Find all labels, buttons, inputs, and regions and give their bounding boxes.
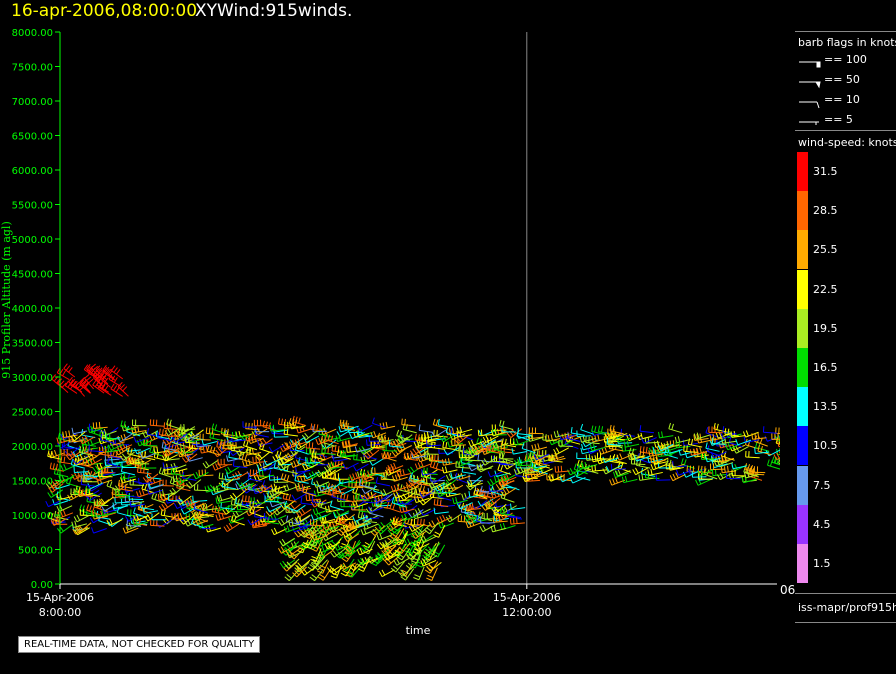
wind-barb [569,476,586,484]
wind-barb [131,419,147,427]
wind-barb [149,419,165,427]
wind-barb [193,484,209,492]
wind-barb [292,415,307,427]
wind-barb [222,505,238,515]
wind-barb [437,418,453,428]
wind-barb [118,482,133,492]
wind-barb [494,500,511,508]
wind-barb [414,461,431,470]
wind-barb [91,527,107,534]
wind-barb [137,466,152,475]
wind-barb [413,566,425,581]
wind-barb [647,468,663,476]
wind-barb [585,454,601,461]
wind-barb [73,514,90,523]
wind-barb [433,507,449,515]
wind-barb [87,483,104,492]
wind-profile-chart: 0.00500.001000.001500.002000.002500.0030… [0,28,780,637]
wind-barb [198,469,214,477]
wind-barb [570,427,586,436]
wind-barb [187,455,203,462]
wind-barb [295,466,311,473]
wind-barb [378,569,395,578]
wind-barb [283,428,299,437]
wind-barb [272,426,288,433]
wind-barb [680,458,695,469]
wind-barb [268,470,284,480]
wind-barb [510,503,526,510]
wind-barb [433,498,449,507]
wind-barb [439,433,456,443]
wind-barb [623,440,640,448]
wind-barb [528,427,544,435]
wind-barb [136,489,152,498]
wind-barb [360,527,377,536]
wind-barb [554,465,570,473]
wind-barb [516,430,531,441]
wind-barb [745,450,760,459]
wind-barb [342,462,359,470]
wind-barb [56,504,73,512]
wind-barb [363,535,377,549]
wind-barb [92,421,108,429]
wind-barb [211,423,226,434]
wind-barb [506,428,522,439]
wind-barb [223,522,240,533]
wind-barbs [45,363,780,582]
wind-barb [445,513,462,523]
wind-barb [291,492,308,501]
wind-barb [407,465,424,475]
wind-barb [379,421,396,430]
wind-barb [158,502,175,512]
wind-barb [71,520,87,528]
wind-barb [655,474,671,481]
wind-barb [553,447,569,455]
wind-barb [468,474,484,482]
wind-barb [445,427,462,436]
wind-barb [277,517,294,526]
wind-barb [211,505,227,515]
wind-barb [521,442,536,454]
wind-barb [596,452,612,460]
wind-barb [224,465,241,475]
wind-barb [112,502,128,509]
wind-barb [217,458,233,466]
wind-barb [371,467,387,475]
wind-barb [420,535,437,544]
time-gridlines [526,32,528,584]
wind-barb [418,424,434,433]
wind-barb [263,459,280,466]
wind-barb [639,425,655,434]
wind-barb [376,533,393,541]
wind-barb [621,475,638,484]
wind-barb [334,473,350,480]
wind-barb [598,446,615,455]
wind-barb [441,466,458,474]
wind-barb [658,431,674,439]
wind-barb [150,519,165,527]
wind-barb [380,488,397,497]
wind-barb [166,418,181,430]
wind-barb [396,548,411,561]
wind-barb [401,418,416,427]
wind-barb [477,454,492,463]
wind-barb [674,436,691,444]
wind-barb [220,501,235,510]
wind-barb [432,418,447,430]
wind-barb [452,496,468,505]
wind-barb [192,495,208,503]
wind-barb [270,513,287,522]
wind-barb [271,527,287,536]
wind-barb [185,479,202,489]
wind-barb [347,566,362,578]
wind-barb [479,524,496,533]
wind-barb [531,443,548,452]
wind-barb [329,500,344,511]
wind-barb [668,422,683,434]
